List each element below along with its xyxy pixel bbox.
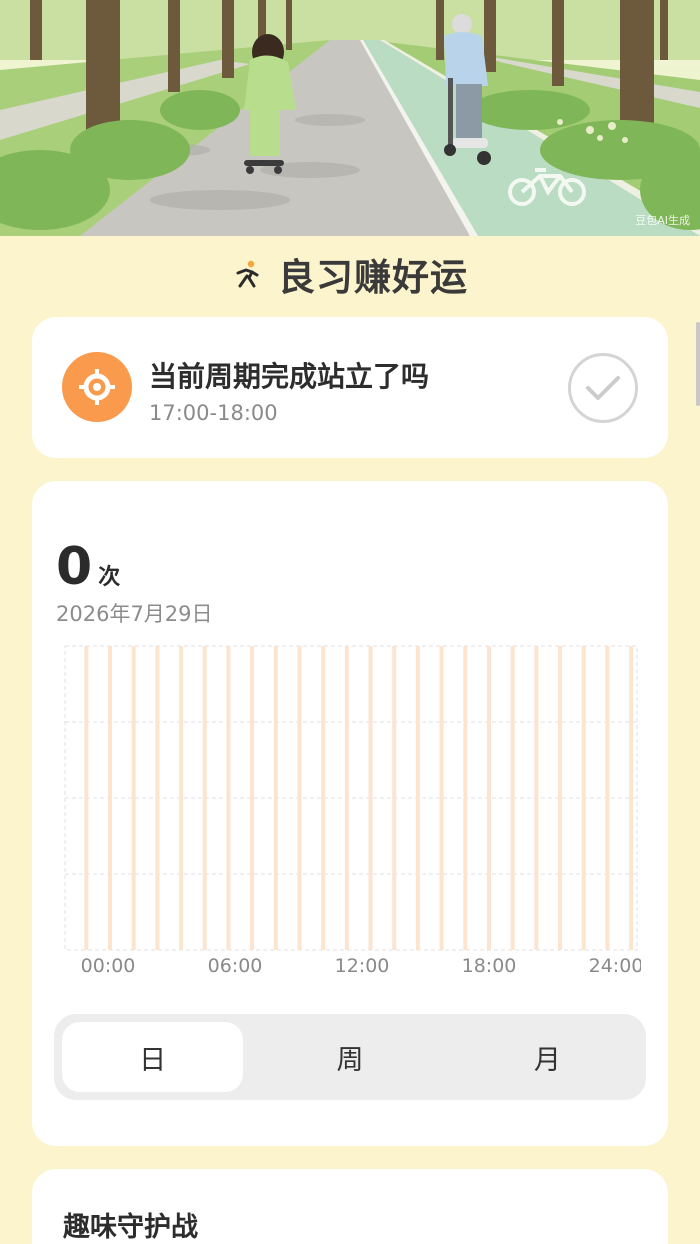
guard-title: 趣味守护战: [63, 1212, 198, 1243]
x-tick-label: 18:00: [462, 955, 517, 977]
hourly-bar-chart: 00:00 06:00 12:00 18:00 24:00: [64, 645, 641, 977]
bar-track: [415, 646, 420, 950]
count-row: 0 次: [56, 537, 120, 597]
stand-count-value: 0: [56, 537, 93, 597]
scrollbar[interactable]: [696, 322, 700, 406]
x-tick-label: 00:00: [81, 955, 136, 977]
bar-track: [558, 646, 563, 950]
target-icon: [62, 352, 132, 422]
bar-track: [273, 646, 278, 950]
x-tick-label: 12:00: [335, 955, 390, 977]
park-scene-image: [0, 0, 700, 236]
task-time-range: 17:00-18:00: [149, 401, 278, 425]
bar-track: [155, 646, 160, 950]
task-card[interactable]: 当前周期完成站立了吗 17:00-18:00: [32, 317, 668, 458]
bar-track: [534, 646, 539, 950]
task-title: 当前周期完成站立了吗: [149, 360, 430, 393]
bar-track: [321, 646, 326, 950]
bar-track: [605, 646, 610, 950]
bar-track: [179, 646, 184, 950]
bar-track: [629, 646, 634, 950]
bar-track: [131, 646, 136, 950]
period-tab-1[interactable]: 周: [259, 1022, 440, 1092]
bar-track: [581, 646, 586, 950]
page-title: 良习赚好运: [278, 256, 468, 299]
period-tab-0[interactable]: 日: [62, 1022, 244, 1092]
bar-track: [202, 646, 207, 950]
bar-track: [84, 646, 89, 950]
bar-track: [108, 646, 113, 950]
period-segmented-control: 日周月: [54, 1014, 646, 1100]
period-tab-2[interactable]: 月: [457, 1022, 638, 1092]
stand-count-unit: 次: [98, 565, 121, 590]
stats-date: 2026年7月29日: [56, 602, 213, 626]
bar-track: [392, 646, 397, 950]
check-circle-icon[interactable]: [568, 353, 638, 423]
x-tick-label: 24:00: [589, 955, 641, 977]
x-tick-label: 06:00: [208, 955, 263, 977]
runner-icon: [236, 260, 259, 288]
bar-track: [344, 646, 349, 950]
hero-illustration: 豆包AI生成: [0, 0, 700, 236]
bar-track: [463, 646, 468, 950]
bar-track: [297, 646, 302, 950]
bar-track: [510, 646, 515, 950]
ai-watermark: 豆包AI生成: [635, 214, 690, 227]
guard-card[interactable]: 趣味守护战: [32, 1169, 668, 1244]
bar-track: [486, 646, 491, 950]
bar-track: [226, 646, 231, 950]
stats-card: 0 次 2026年7月29日 00:00 06:00 12:00 18:00 24:00…: [32, 481, 668, 1146]
bar-track: [439, 646, 444, 950]
bar-track: [250, 646, 255, 950]
page-title-row: 良习赚好运: [0, 246, 700, 302]
bar-track: [368, 646, 373, 950]
app-page: 豆包AI生成 良习赚好运 当前周期完成站立了吗 17:00-18:00 0 次 …: [0, 0, 700, 1244]
